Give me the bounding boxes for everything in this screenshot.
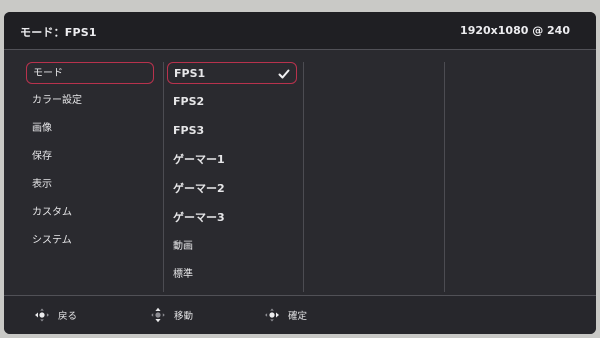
sub-menu-item-label: ゲーマー1 bbox=[173, 153, 225, 166]
sub-menu-item-fps3[interactable]: FPS3 bbox=[167, 120, 297, 142]
main-menu-item-label: カスタム bbox=[32, 207, 72, 218]
move-label: 移動 bbox=[174, 311, 194, 322]
back-label: 戻る bbox=[58, 311, 78, 322]
osd-header: モード：FPS1 1920x1080 @ 240 bbox=[4, 12, 596, 50]
confirm-label: 確定 bbox=[288, 311, 308, 322]
key-hint-bar: 戻る 移動 確定 bbox=[4, 295, 596, 334]
column-divider bbox=[163, 62, 164, 292]
main-menu-item-label: 保存 bbox=[32, 151, 52, 162]
checkmark-icon bbox=[278, 69, 290, 79]
joystick-up-down-icon bbox=[151, 307, 165, 323]
column-divider bbox=[444, 62, 445, 292]
sub-menu-item-label: ゲーマー2 bbox=[173, 182, 225, 195]
sub-menu-item-fps1[interactable]: FPS1 bbox=[167, 62, 297, 84]
sub-menu-item-label: 標準 bbox=[173, 269, 193, 280]
mode-title: モード：FPS1 bbox=[20, 26, 97, 39]
main-menu-item-label: システム bbox=[32, 235, 72, 246]
sub-menu-item-fps2[interactable]: FPS2 bbox=[167, 91, 297, 113]
sub-menu-item-standard[interactable]: 標準 bbox=[167, 264, 297, 286]
sub-menu-item-gamer3[interactable]: ゲーマー3 bbox=[167, 207, 297, 229]
osd-window: モード：FPS1 1920x1080 @ 240 モード カラー設定 画像 保存… bbox=[4, 12, 596, 334]
sub-menu-item-label: ゲーマー3 bbox=[173, 211, 225, 224]
main-menu-item-mode[interactable]: モード bbox=[26, 62, 154, 84]
main-menu-item-label: 表示 bbox=[32, 179, 52, 190]
main-menu-item-system[interactable]: システム bbox=[26, 230, 154, 252]
sub-menu-item-label: 動画 bbox=[173, 241, 193, 252]
sub-menu-item-gamer1[interactable]: ゲーマー1 bbox=[167, 149, 297, 171]
main-menu-item-save[interactable]: 保存 bbox=[26, 146, 154, 168]
joystick-right-icon bbox=[265, 308, 279, 322]
sub-menu-item-label: FPS3 bbox=[173, 124, 205, 137]
column-divider bbox=[303, 62, 304, 292]
sub-menu-item-label: FPS2 bbox=[173, 95, 205, 108]
sub-menu-item-gamer2[interactable]: ゲーマー2 bbox=[167, 178, 297, 200]
main-menu-item-label: モード bbox=[33, 68, 63, 79]
main-menu-item-picture[interactable]: 画像 bbox=[26, 118, 154, 140]
joystick-left-icon bbox=[35, 308, 49, 322]
main-menu-item-label: カラー設定 bbox=[32, 95, 82, 106]
main-menu-item-custom[interactable]: カスタム bbox=[26, 202, 154, 224]
resolution-readout: 1920x1080 @ 240 bbox=[460, 24, 570, 37]
sub-menu-item-label: FPS1 bbox=[174, 67, 206, 80]
sub-menu-item-movie[interactable]: 動画 bbox=[167, 236, 297, 258]
main-menu-item-color-settings[interactable]: カラー設定 bbox=[26, 90, 154, 112]
main-menu-item-label: 画像 bbox=[32, 123, 52, 134]
main-menu-item-display[interactable]: 表示 bbox=[26, 174, 154, 196]
